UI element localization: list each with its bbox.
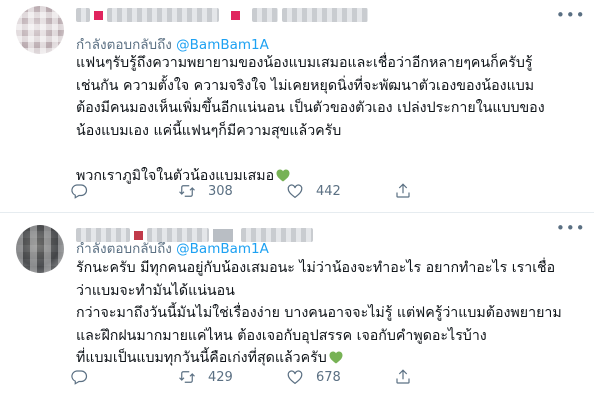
- green-heart-emoji: [276, 169, 290, 181]
- redacted-mark: [231, 10, 240, 20]
- share-button[interactable]: [394, 182, 502, 200]
- tweet-line: กว่าจะมาถึงวันนี้มันไม่ใช่เรื่องง่าย บาง…: [76, 305, 562, 321]
- reply-handle-link[interactable]: @BamBam1A: [176, 241, 269, 257]
- replying-label: กำลังตอบกลับถึง: [76, 37, 172, 53]
- like-button[interactable]: 678: [286, 368, 394, 386]
- like-count: 678: [316, 369, 341, 385]
- tweet-line: ว่าแบมจะทำมันได้แน่นอน: [76, 282, 235, 299]
- retweet-count: 308: [208, 183, 233, 199]
- replying-to: กำลังตอบกลับถึง @BamBam1A: [76, 237, 269, 259]
- reply-button[interactable]: [70, 368, 178, 386]
- tweet-actions: 429 678: [70, 367, 540, 387]
- more-icon[interactable]: •••: [556, 6, 585, 24]
- avatar[interactable]: [16, 6, 64, 54]
- reply-icon: [71, 370, 88, 385]
- share-icon: [396, 183, 410, 198]
- tweet-actions: 308 442: [70, 181, 540, 201]
- tweet-line: แฟนๆรับรู้ถึงความพยายามของน้องแบมเสมอและ…: [76, 55, 533, 71]
- retweet-button[interactable]: 429: [178, 368, 286, 386]
- more-icon[interactable]: •••: [556, 219, 585, 237]
- retweet-count: 429: [208, 369, 233, 385]
- blurred-name-part: [76, 8, 90, 22]
- retweet-button[interactable]: 308: [178, 182, 286, 200]
- tweet-line: เช่นกัน ความตั้งใจ ความจริงใจ ไม่เคยหยุด…: [76, 77, 535, 94]
- reply-handle-link[interactable]: @BamBam1A: [176, 37, 269, 53]
- like-icon: [287, 370, 303, 385]
- tweet-line-text: ที่แบมเป็นแบมทุกวันนี้คือเก่งที่สุดแล้วค…: [76, 350, 327, 366]
- author-name-redacted[interactable]: [76, 6, 368, 24]
- tweet-line: ต้องมีคนมองเห็นเพิ่มขึ้นอีกแน่นอน เป็นตั…: [76, 100, 545, 116]
- like-button[interactable]: 442: [286, 182, 394, 200]
- tweet-line: น้องแบมเอง แค่นี้แฟนๆก็มีความสุขแล้วครับ: [76, 122, 342, 139]
- blurred-name-part: [107, 8, 219, 22]
- tweet-line: รักนะครับ มีทุกคนอยู่กับน้องเสมอนะ ไม่ว่…: [76, 260, 556, 276]
- like-icon: [287, 184, 303, 199]
- redacted-mark: [94, 10, 103, 20]
- share-button[interactable]: [394, 368, 502, 386]
- reply-button[interactable]: [70, 182, 178, 200]
- avatar[interactable]: [16, 225, 64, 273]
- blurred-name-part: [252, 8, 278, 22]
- like-count: 442: [316, 183, 341, 199]
- tweet[interactable]: ••• กำลังตอบกลับถึง @BamBam1A รักนะครับ …: [0, 213, 594, 417]
- tweet-text: รักนะครับ มีทุกคนอยู่กับน้องเสมอนะ ไม่ว่…: [76, 257, 576, 370]
- replying-label: กำลังตอบกลับถึง: [76, 241, 172, 257]
- retweet-icon: [179, 185, 195, 197]
- tweet[interactable]: ••• กำลังตอบกลับถึง @BamBam1A แฟนๆรับรู้…: [0, 0, 594, 212]
- tweet-text: แฟนๆรับรู้ถึงความพยายามของน้องแบมเสมอและ…: [76, 52, 576, 187]
- share-icon: [396, 369, 410, 384]
- green-heart-emoji: [329, 351, 343, 364]
- retweet-icon: [179, 371, 195, 383]
- blurred-handle: [282, 8, 368, 22]
- reply-icon: [71, 184, 88, 199]
- tweet-line: และฝึกฝนมากมายแค่ไหน ต้องเจอกับอุปสรรค เ…: [76, 327, 487, 344]
